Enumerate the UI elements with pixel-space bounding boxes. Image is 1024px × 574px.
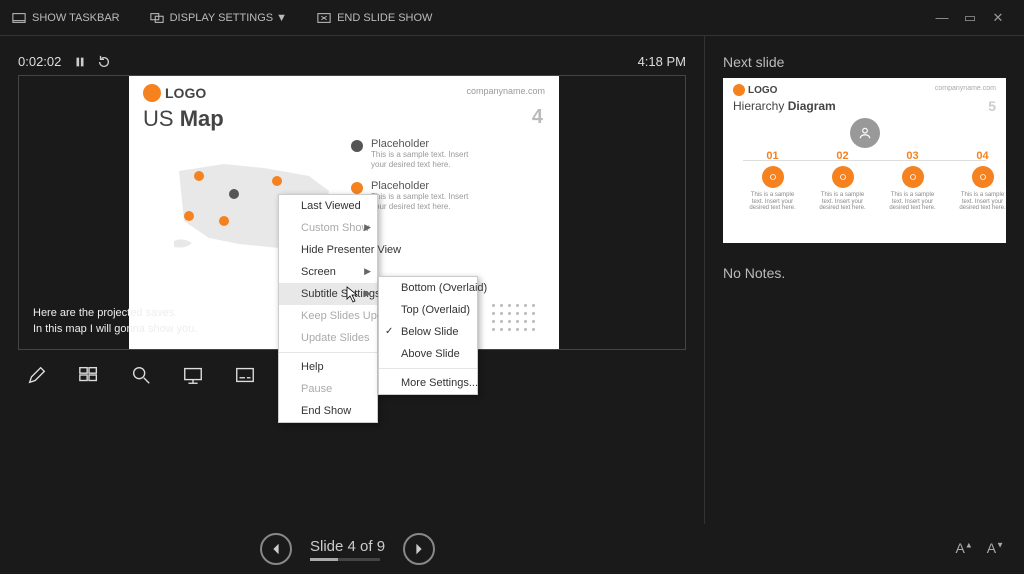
font-size-controls: A▲ A▼ (955, 540, 1004, 556)
slides-grid-button[interactable] (74, 360, 104, 390)
pause-timer-button[interactable] (73, 55, 87, 69)
display-settings-button[interactable]: DISPLAY SETTINGS ▼ (150, 11, 287, 25)
reset-timer-button[interactable] (97, 55, 111, 69)
slide-logo: LOGO (143, 84, 206, 102)
menu-item[interactable]: Subtitle Settings▶ (279, 283, 377, 305)
subtitle-caption: Here are the projected saves. In this ma… (33, 306, 197, 337)
menu-item[interactable]: Screen▶ (279, 261, 377, 283)
hierarchy-node: 03This is a sample text. Insert your des… (885, 150, 940, 212)
show-taskbar-button[interactable]: SHOW TASKBAR (12, 11, 120, 25)
menu-item: Pause (279, 378, 377, 400)
menu-item[interactable]: Last Viewed (279, 195, 377, 217)
menu-item[interactable]: End Show (279, 400, 377, 422)
current-time: 4:18 PM (638, 54, 686, 69)
timer-row: 0:02:02 4:18 PM (18, 54, 686, 69)
dot-icon (351, 182, 363, 194)
menu-item[interactable]: Hide Presenter View (279, 239, 377, 261)
footer-nav: Slide 4 of 9 (0, 524, 1024, 574)
show-taskbar-label: SHOW TASKBAR (32, 12, 120, 24)
gear-icon (143, 84, 161, 102)
menu-item: Update Slides (279, 327, 377, 349)
next-slide-logo: LOGO (733, 84, 777, 96)
next-slide-thumbnail[interactable]: LOGO companyname.com Hierarchy Diagram 5… (723, 78, 1006, 243)
end-slide-show-button[interactable]: END SLIDE SHOW (317, 11, 432, 25)
avatar-icon (850, 118, 880, 148)
hierarchy-node: 01This is a sample text. Insert your des… (745, 150, 800, 212)
maximize-button[interactable]: ▭ (956, 10, 984, 26)
dot-icon (351, 140, 363, 152)
slide-number: 4 (532, 106, 543, 129)
pen-tool-button[interactable] (22, 360, 52, 390)
close-button[interactable]: ✕ (984, 10, 1012, 26)
menu-item[interactable]: Help (279, 356, 377, 378)
prev-slide-button[interactable] (260, 533, 292, 565)
top-toolbar: SHOW TASKBAR DISPLAY SETTINGS ▼ END SLID… (0, 0, 1024, 36)
submenu-item[interactable]: Top (Overlaid) (379, 299, 477, 321)
slide-url: companyname.com (466, 86, 545, 96)
next-slide-heading: Next slide (723, 54, 1006, 70)
subtitles-button[interactable] (230, 360, 260, 390)
next-slide-button[interactable] (403, 533, 435, 565)
submenu-item[interactable]: Bottom (Overlaid) (379, 277, 477, 299)
next-slide-title: Hierarchy Diagram (733, 99, 836, 113)
hierarchy-node: 02This is a sample text. Insert your des… (815, 150, 870, 212)
hierarchy-node: 04This is a sample text. Insert your des… (955, 150, 1006, 212)
font-decrease-button[interactable]: A▼ (987, 540, 1004, 556)
zoom-button[interactable] (126, 360, 156, 390)
menu-item: Custom Show▶ (279, 217, 377, 239)
elapsed-timer: 0:02:02 (18, 54, 61, 69)
next-slide-url: companyname.com (935, 85, 996, 92)
minimize-button[interactable]: — (928, 10, 956, 25)
placeholder-item: Placeholder This is a sample text. Inser… (351, 138, 481, 169)
slide-counter: Slide 4 of 9 (310, 538, 385, 561)
menu-item: Keep Slides Updated (279, 305, 377, 327)
subtitle-submenu[interactable]: Bottom (Overlaid)Top (Overlaid)Below Sli… (378, 276, 478, 395)
slide-title: US Map (143, 106, 224, 132)
display-settings-label: DISPLAY SETTINGS ▼ (170, 12, 287, 24)
submenu-item[interactable]: More Settings... (379, 372, 477, 394)
context-menu[interactable]: Last ViewedCustom Show▶Hide Presenter Vi… (278, 194, 378, 423)
submenu-item[interactable]: Above Slide (379, 343, 477, 365)
end-slide-show-label: END SLIDE SHOW (337, 12, 432, 24)
font-increase-button[interactable]: A▲ (955, 540, 972, 556)
dot-pattern (492, 304, 537, 333)
submenu-item[interactable]: Below Slide✓ (379, 321, 477, 343)
black-screen-button[interactable] (178, 360, 208, 390)
notes-area: No Notes. (723, 265, 1006, 281)
next-slide-number: 5 (988, 98, 996, 114)
